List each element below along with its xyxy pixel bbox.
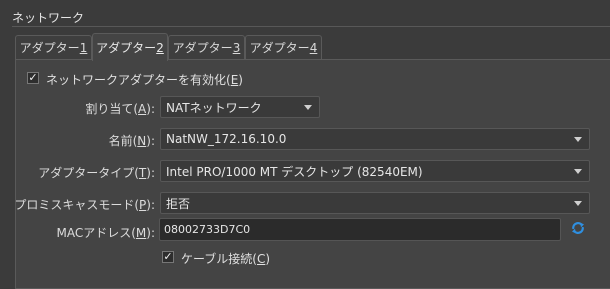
label-shortcut: N <box>137 134 147 148</box>
tab-shortcut: 3 <box>232 40 241 55</box>
label-suffix: ): <box>146 134 155 148</box>
tab-adapter-1[interactable]: アダプター 1 <box>15 35 92 59</box>
refresh-icon[interactable] <box>570 220 586 236</box>
label-suffix: ) <box>238 73 243 87</box>
tab-label: アダプター <box>172 41 233 55</box>
chevron-down-icon <box>574 169 582 174</box>
enable-adapter-label[interactable]: ネットワークアダプターを有効化(E) <box>46 71 243 88</box>
label-text: 割り当て( <box>85 102 139 116</box>
label-text: MACアドレス( <box>56 226 136 240</box>
label-suffix: ): <box>146 166 155 180</box>
label-suffix: ) <box>265 252 271 266</box>
adapter-type-value: Intel PRO/1000 MT デスクトップ (82540EM) <box>166 164 423 179</box>
label-text: プロミスキャスモード( <box>14 198 140 212</box>
label-text: ケーブル接続( <box>181 252 257 266</box>
attached-to-label: 割り当て(A): <box>85 100 155 117</box>
label-suffix: ): <box>146 102 155 116</box>
tab-shortcut: 1 <box>79 40 88 55</box>
name-value: NatNW_172.16.10.0 <box>166 132 287 146</box>
cable-connected-checkbox[interactable]: ✓ <box>162 251 174 263</box>
promiscuous-mode-dropdown[interactable]: 拒否 <box>160 192 590 214</box>
name-dropdown[interactable]: NatNW_172.16.10.0 <box>160 128 590 150</box>
label-text: ネットワークアダプターを有効化( <box>46 73 231 87</box>
tab-label: アダプター <box>19 41 80 55</box>
enable-adapter-checkbox[interactable]: ✓ <box>27 72 39 84</box>
mac-address-value: 08002733D7C0 <box>164 223 251 236</box>
mac-address-input[interactable]: 08002733D7C0 <box>159 218 561 241</box>
adapter-tabs: アダプター 1 アダプター 2 アダプター 3 アダプター 4 <box>15 33 610 61</box>
tab-shortcut: 4 <box>309 40 318 55</box>
tab-adapter-3[interactable]: アダプター 3 <box>168 35 245 59</box>
promiscuous-mode-value: 拒否 <box>166 196 191 211</box>
tab-adapter-2[interactable]: アダプター 2 <box>92 33 168 61</box>
adapter-type-dropdown[interactable]: Intel PRO/1000 MT デスクトップ (82540EM) <box>160 160 590 182</box>
attached-to-value: NATネットワーク <box>166 100 262 115</box>
tab-adapter-4[interactable]: アダプター 4 <box>245 35 322 59</box>
chevron-down-icon <box>574 137 582 142</box>
cable-connected-label[interactable]: ケーブル接続(C) <box>181 250 270 267</box>
section-title: ネットワーク <box>12 11 85 25</box>
tab-label: アダプター <box>249 41 310 55</box>
attached-to-dropdown[interactable]: NATネットワーク <box>160 96 320 118</box>
section-divider <box>12 26 610 27</box>
tab-shortcut: 2 <box>156 40 164 55</box>
chevron-down-icon <box>574 201 582 206</box>
name-label: 名前(N): <box>109 132 155 149</box>
checkmark-icon: ✓ <box>163 250 173 263</box>
tab-label: アダプター <box>96 41 157 55</box>
promiscuous-mode-label: プロミスキャスモード(P): <box>14 196 155 213</box>
label-text: 名前( <box>108 134 138 148</box>
mac-address-label: MACアドレス(M): <box>56 224 155 241</box>
label-suffix: ): <box>146 226 155 240</box>
label-suffix: ): <box>146 198 155 212</box>
label-shortcut: M <box>135 226 147 240</box>
label-text: アダプタータイプ( <box>38 166 139 180</box>
chevron-down-icon <box>304 105 312 110</box>
checkmark-icon: ✓ <box>28 71 38 84</box>
adapter-type-label: アダプタータイプ(T): <box>38 164 155 181</box>
